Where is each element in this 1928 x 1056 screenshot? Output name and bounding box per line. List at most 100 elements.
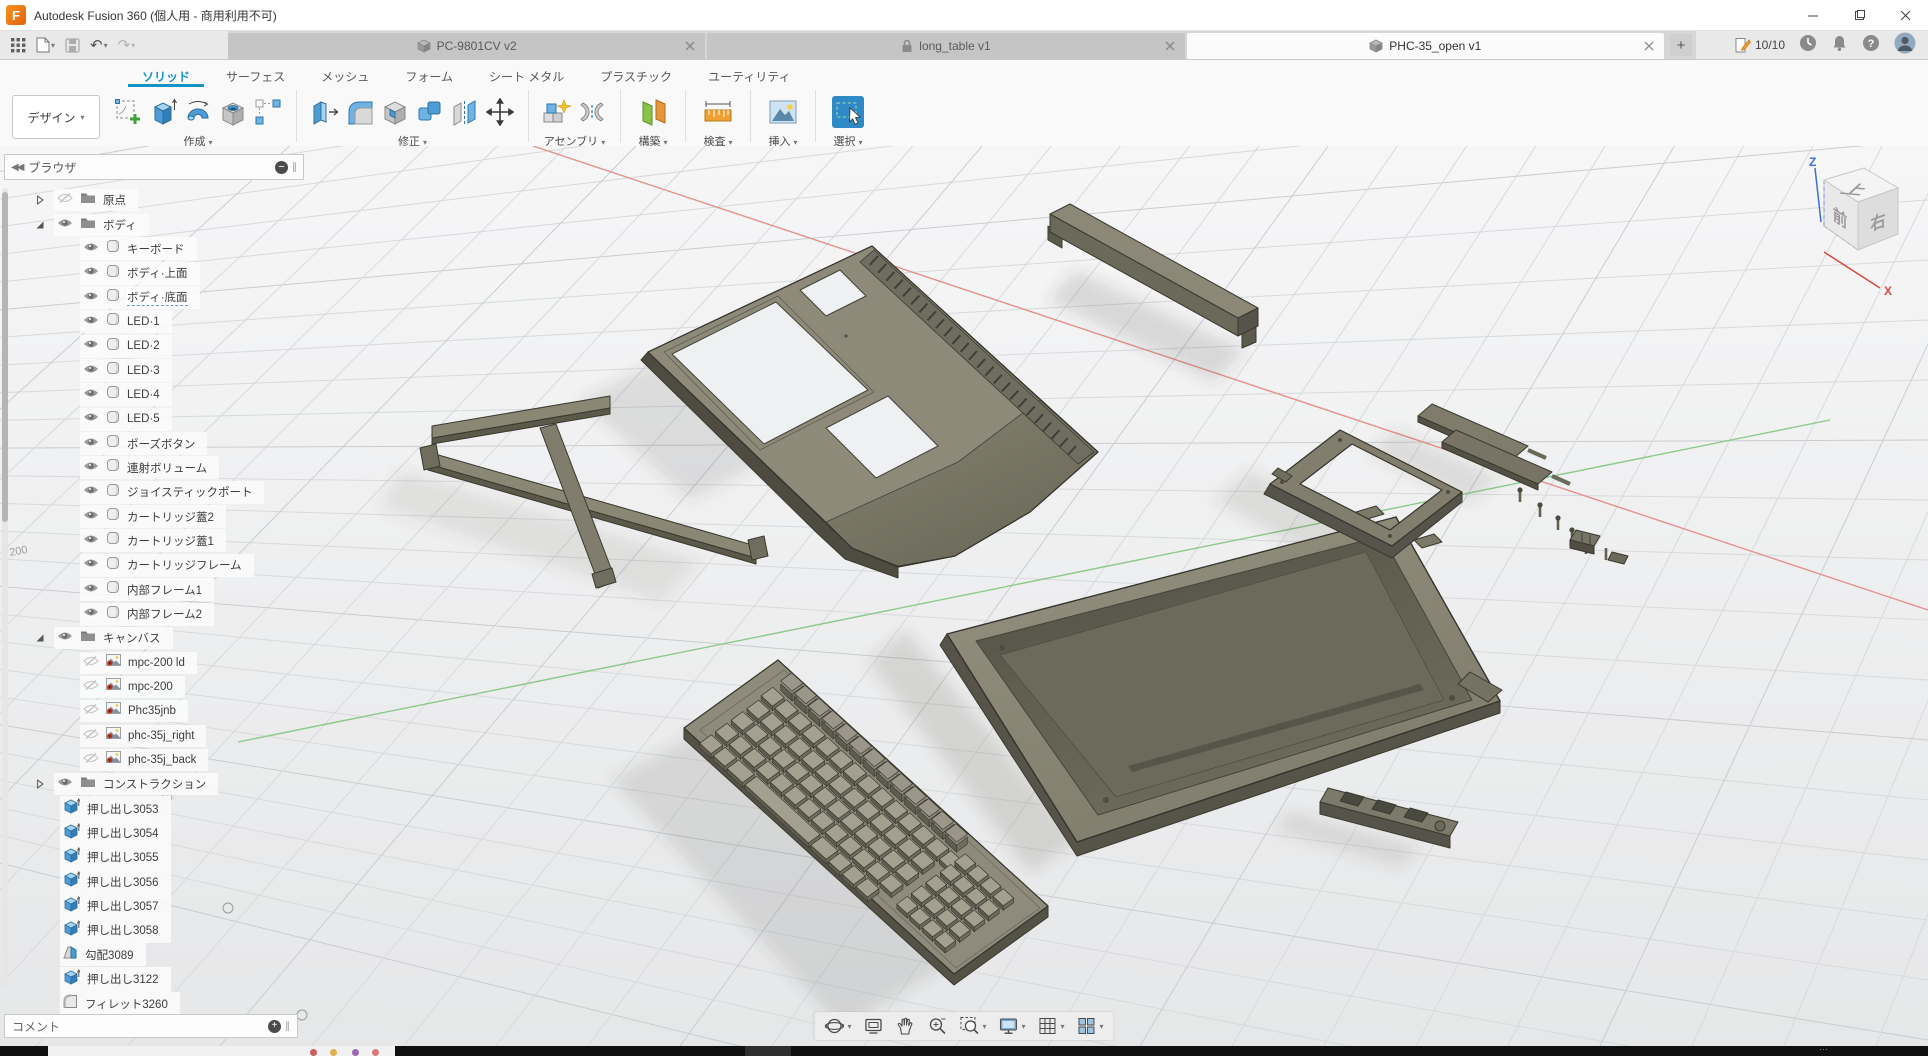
visibility-off-icon[interactable] [83, 654, 99, 672]
tree-item-label[interactable]: ボディ·上面 [127, 265, 188, 281]
browser-header[interactable]: ◀◀ ブラウザ − ∥ [4, 154, 304, 180]
model-viewport[interactable]: 20050 ◀◀ ブラウザ − ∥ 原点ボディキーボードボディ·上面ボディ·底面… [0, 146, 1928, 1046]
visibility-off-icon[interactable] [83, 751, 99, 769]
visibility-on-icon[interactable] [83, 581, 99, 599]
taskbar-app-icon[interactable] [352, 1049, 359, 1056]
viewports-icon[interactable]: ▾ [1077, 1016, 1104, 1036]
tree-row-body[interactable]: ジョイスティックポート [4, 480, 304, 504]
tree-item-label[interactable]: 内部フレーム2 [127, 606, 202, 622]
tree-item-label[interactable]: ポーズボタン [127, 436, 195, 452]
measure-icon[interactable] [698, 94, 738, 130]
tree-item-label[interactable]: 押し出し3056 [87, 874, 159, 890]
tree-item-label[interactable]: LED·4 [127, 389, 160, 401]
close-button[interactable] [1882, 0, 1928, 30]
tree-item-label[interactable]: Phc35jnb [128, 705, 176, 717]
ribbon-tab-1[interactable]: サーフェス [212, 64, 299, 87]
tree-row-body[interactable]: ボディ·底面 [4, 285, 304, 309]
tree-item-label[interactable]: 押し出し3055 [87, 849, 159, 865]
tree-row-body[interactable]: 連射ボリューム [4, 456, 304, 480]
tree-item-label[interactable]: mpc-200 [128, 681, 173, 693]
tree-item-label[interactable]: 押し出し3122 [87, 971, 159, 987]
visibility-on-icon[interactable] [83, 386, 99, 404]
visibility-on-icon[interactable] [57, 216, 73, 234]
tree-row-fillet-feature[interactable]: フィレット3260 [4, 991, 304, 1015]
expand-arrow-icon[interactable] [34, 633, 46, 643]
visibility-off-icon[interactable] [57, 191, 73, 209]
tree-row-body[interactable]: ボディ·上面 [4, 261, 304, 285]
panel-grip[interactable]: ∥ [292, 162, 297, 173]
tree-item-label[interactable]: LED·1 [127, 316, 160, 328]
tree-row-canvas[interactable]: phc-35j_back [4, 748, 304, 772]
tree-row-canvas[interactable]: mpc-200 [4, 675, 304, 699]
visibility-on-icon[interactable] [83, 337, 99, 355]
ribbon-tab-0[interactable]: ソリッド [128, 64, 204, 87]
ribbon-tab-2[interactable]: メッシュ [307, 64, 383, 87]
look-at-icon[interactable] [863, 1016, 883, 1036]
combine-icon[interactable] [414, 94, 446, 130]
app-grid-icon[interactable] [8, 36, 29, 55]
tree-row-canvas[interactable]: phc-35j_right [4, 724, 304, 748]
avatar[interactable] [1894, 32, 1916, 59]
tree-item-label[interactable]: phc-35j_right [128, 730, 194, 742]
tree-row-canvas[interactable]: mpc-200 ld [4, 651, 304, 675]
visibility-on-icon[interactable] [83, 532, 99, 550]
document-tab-0[interactable]: PC-9801CV v2 [228, 33, 705, 59]
tree-row-body[interactable]: カートリッジ蓋1 [4, 529, 304, 553]
visibility-on-icon[interactable] [83, 605, 99, 623]
visibility-on-icon[interactable] [83, 289, 99, 307]
browser-minimize-icon[interactable]: − [275, 161, 288, 174]
tree-item-label[interactable]: LED·5 [127, 413, 160, 425]
tree-row-canvas[interactable]: Phc35jnb [4, 699, 304, 723]
collapse-arrow-icon[interactable] [34, 195, 46, 205]
help-icon[interactable]: ? [1862, 34, 1880, 57]
taskbar-active-app[interactable] [745, 1046, 791, 1056]
collapse-arrow-icon[interactable] [34, 779, 46, 789]
tab-close-icon[interactable] [1165, 40, 1175, 54]
tree-row-body[interactable]: LED·3 [4, 358, 304, 382]
view-cube[interactable]: 上前右ZX [1784, 152, 1914, 307]
tab-close-icon[interactable] [1644, 40, 1654, 54]
orbit-icon[interactable]: ▾ [824, 1016, 851, 1036]
visibility-on-icon[interactable] [83, 410, 99, 428]
redo-dropdown-caret[interactable]: ▾ [131, 41, 135, 50]
tab-close-icon[interactable] [685, 40, 695, 54]
ribbon-tab-4[interactable]: シート メタル [475, 64, 578, 87]
visibility-on-icon[interactable] [83, 483, 99, 501]
joint-icon[interactable] [576, 94, 608, 130]
browser-scrollbar[interactable] [2, 188, 8, 988]
browser-scrollbar-thumb[interactable] [2, 192, 8, 522]
tree-item-label[interactable]: 押し出し3057 [87, 898, 159, 914]
split-icon[interactable] [449, 94, 481, 130]
tree-item-label[interactable]: LED·3 [127, 365, 160, 377]
move-icon[interactable] [484, 94, 516, 130]
tree-row-body[interactable]: キーボード [4, 237, 304, 261]
tree-item-label[interactable]: キーボード [127, 241, 185, 257]
tree-row-draft-feature[interactable]: 勾配3089 [4, 943, 304, 967]
tree-row-body[interactable]: 内部フレーム2 [4, 602, 304, 626]
tree-row-body[interactable]: カートリッジフレーム [4, 553, 304, 577]
tree-item-label[interactable]: 勾配3089 [85, 947, 134, 963]
notifications-icon[interactable] [1831, 34, 1848, 57]
tree-row-folder[interactable]: ボディ [4, 212, 304, 236]
visibility-on-icon[interactable] [83, 435, 99, 453]
construction-plane-icon[interactable] [633, 94, 673, 130]
tree-item-label[interactable]: カートリッジフレーム [127, 557, 242, 573]
tree-row-body[interactable]: カートリッジ蓋2 [4, 504, 304, 528]
tree-row-extrude-feature[interactable]: 押し出し3057 [4, 894, 304, 918]
tree-item-label[interactable]: ボディ·底面 [127, 289, 188, 306]
press-pull-icon[interactable] [309, 94, 341, 130]
display-settings-icon[interactable]: ▾ [998, 1016, 1025, 1036]
tree-row-body[interactable]: LED·4 [4, 383, 304, 407]
new-component-icon[interactable] [541, 94, 573, 130]
ribbon-tab-6[interactable]: ユーティリティ [694, 64, 805, 87]
collapse-panel-icon[interactable]: ◀◀ [11, 162, 22, 173]
new-tab-button[interactable]: + [1670, 34, 1692, 56]
insert-canvas-icon[interactable] [763, 94, 803, 130]
tree-item-label[interactable]: ボディ [103, 217, 137, 233]
visibility-on-icon[interactable] [83, 240, 99, 258]
minimize-button[interactable] [1790, 0, 1836, 30]
ribbon-tab-3[interactable]: フォーム [391, 64, 467, 87]
tree-row-folder[interactable]: コンストラクション [4, 772, 304, 796]
taskbar-overflow-icon[interactable]: ⋯ [1819, 1044, 1828, 1055]
shell-icon[interactable] [379, 94, 411, 130]
